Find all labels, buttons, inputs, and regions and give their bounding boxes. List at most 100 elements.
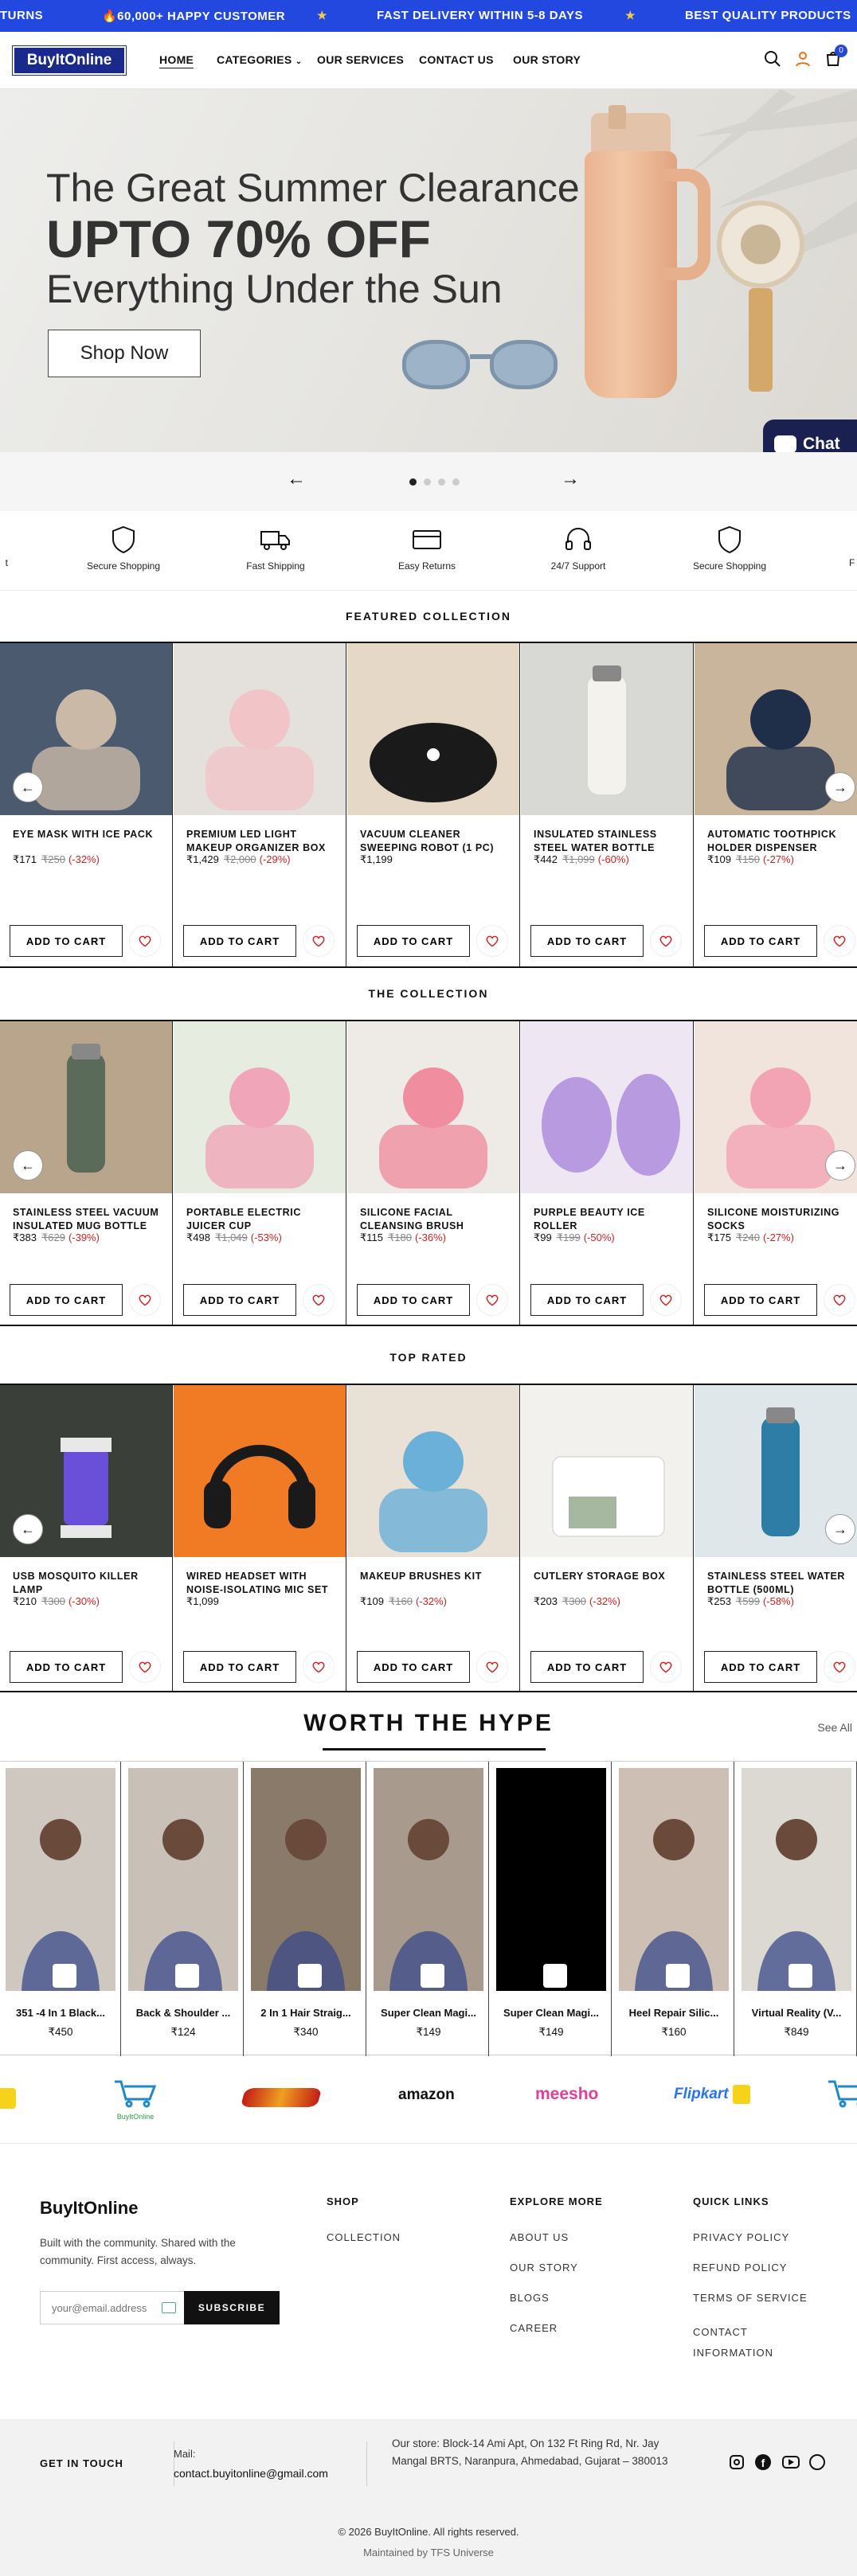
add-to-cart-button[interactable]: ADD TO CART bbox=[183, 1651, 296, 1683]
product-image[interactable] bbox=[174, 643, 346, 815]
product-name[interactable]: STAINLESS STEEL WATER BOTTLE (500ML) bbox=[707, 1570, 857, 1597]
product-card[interactable]: MAKEUP BRUSHES KIT ₹109 ₹160 (-32%) ADD TO C… bbox=[347, 1385, 520, 1691]
contact-email-link[interactable]: contact.buyitonline@gmail.com bbox=[174, 2467, 328, 2480]
carousel-next-arrow[interactable]: → bbox=[825, 772, 855, 802]
product-card[interactable]: AUTOMATIC TOOTHPICK HOLDER DISPENSER ₹109… bbox=[695, 643, 857, 966]
hype-video-card[interactable]: Back & Shoulder ... ₹124 bbox=[123, 1762, 244, 2056]
wishlist-heart-icon[interactable] bbox=[129, 1284, 161, 1316]
footer-link-contact[interactable]: CONTACT INFORMATION bbox=[693, 2322, 804, 2363]
wishlist-heart-icon[interactable] bbox=[824, 1284, 855, 1316]
product-image[interactable] bbox=[521, 1021, 693, 1193]
hype-video-thumbnail[interactable] bbox=[251, 1768, 361, 1991]
product-name[interactable]: MAKEUP BRUSHES KIT bbox=[360, 1570, 511, 1583]
hype-title[interactable]: 351 -4 In 1 Black... bbox=[0, 2007, 121, 2019]
product-card[interactable]: WIRED HEADSET WITH NOISE-ISOLATING MIC S… bbox=[174, 1385, 346, 1691]
carousel-next-arrow[interactable]: → bbox=[825, 1514, 855, 1544]
add-to-cart-button[interactable]: ADD TO CART bbox=[357, 1651, 470, 1683]
add-to-cart-button[interactable]: ADD TO CART bbox=[10, 925, 123, 957]
add-to-cart-button[interactable]: ADD TO CART bbox=[183, 1284, 296, 1316]
hype-title[interactable]: Super Clean Magi... bbox=[368, 2007, 489, 2019]
prev-slide-arrow[interactable]: ← bbox=[287, 468, 306, 490]
subscribe-button[interactable]: SUBSCRIBE bbox=[184, 2291, 280, 2324]
youtube-icon[interactable] bbox=[782, 2456, 800, 2469]
hype-video-card[interactable]: 2 In 1 Hair Straig... ₹340 bbox=[245, 1762, 366, 2056]
cart-icon[interactable]: 0 bbox=[824, 45, 847, 70]
add-to-cart-button[interactable]: ADD TO CART bbox=[10, 1284, 123, 1316]
user-icon[interactable] bbox=[793, 49, 814, 70]
hype-title[interactable]: 2 In 1 Hair Straig... bbox=[245, 2007, 366, 2019]
wishlist-heart-icon[interactable] bbox=[650, 925, 682, 957]
hype-video-thumbnail[interactable] bbox=[496, 1768, 606, 1991]
footer-link-privacy[interactable]: PRIVACY POLICY bbox=[693, 2231, 789, 2243]
product-name[interactable]: USB MOSQUITO KILLER LAMP bbox=[13, 1570, 164, 1597]
wishlist-heart-icon[interactable] bbox=[824, 925, 855, 957]
wishlist-heart-icon[interactable] bbox=[303, 1284, 335, 1316]
product-image[interactable] bbox=[521, 643, 693, 815]
nav-categories[interactable]: CATEGORIES ⌄ bbox=[217, 53, 302, 66]
add-to-cart-button[interactable]: ADD TO CART bbox=[357, 1284, 470, 1316]
product-card[interactable]: PURPLE BEAUTY ICE ROLLER ₹99 ₹199 (-50%) ADD… bbox=[521, 1021, 694, 1325]
product-name[interactable]: STAINLESS STEEL VACUUM INSULATED MUG BOT… bbox=[13, 1206, 164, 1233]
add-to-cart-button[interactable]: ADD TO CART bbox=[10, 1651, 123, 1683]
add-to-cart-button[interactable]: ADD TO CART bbox=[530, 1651, 644, 1683]
wishlist-heart-icon[interactable] bbox=[824, 1651, 855, 1683]
hype-video-thumbnail[interactable] bbox=[128, 1768, 238, 1991]
add-to-cart-button[interactable]: ADD TO CART bbox=[530, 1284, 644, 1316]
hype-title[interactable]: Super Clean Magi... bbox=[491, 2007, 612, 2019]
hype-title[interactable]: Heel Repair Silic... bbox=[613, 2007, 734, 2019]
carousel-next-arrow[interactable]: → bbox=[825, 1150, 855, 1181]
wishlist-heart-icon[interactable] bbox=[476, 925, 508, 957]
product-name[interactable]: VACUUM CLEANER SWEEPING ROBOT (1 PC) bbox=[360, 828, 511, 855]
wishlist-heart-icon[interactable] bbox=[650, 1284, 682, 1316]
footer-link-refund[interactable]: REFUND POLICY bbox=[693, 2262, 787, 2274]
hype-video-thumbnail[interactable] bbox=[742, 1768, 851, 1991]
add-to-cart-button[interactable]: ADD TO CART bbox=[183, 925, 296, 957]
shop-now-button[interactable]: Shop Now bbox=[48, 330, 201, 377]
hype-video-card[interactable]: Super Clean Magi... ₹149 bbox=[491, 1762, 612, 2056]
slider-dot-active[interactable] bbox=[409, 478, 417, 486]
footer-link-collection[interactable]: COLLECTION bbox=[327, 2231, 401, 2243]
product-card[interactable]: SILICONE FACIAL CLEANSING BRUSH ₹115 ₹180(… bbox=[347, 1021, 520, 1325]
hype-video-card[interactable]: 351 -4 In 1 Black... ₹450 bbox=[0, 1762, 121, 2056]
hype-video-card[interactable]: Super Clean Magi... ₹149 bbox=[368, 1762, 489, 2056]
hype-title[interactable]: Virtual Reality (V... bbox=[736, 2007, 857, 2019]
product-image[interactable] bbox=[521, 1385, 693, 1557]
add-to-cart-button[interactable]: ADD TO CART bbox=[530, 925, 644, 957]
product-image[interactable] bbox=[174, 1021, 346, 1193]
product-name[interactable]: CUTLERY STORAGE BOX bbox=[534, 1570, 685, 1583]
see-all-link[interactable]: See All bbox=[817, 1721, 852, 1734]
footer-link-career[interactable]: CAREER bbox=[510, 2322, 558, 2334]
wishlist-heart-icon[interactable] bbox=[476, 1651, 508, 1683]
search-icon[interactable] bbox=[763, 49, 784, 70]
product-image[interactable] bbox=[347, 1021, 519, 1193]
product-name[interactable]: PORTABLE ELECTRIC JUICER CUP bbox=[186, 1206, 338, 1233]
product-name[interactable]: AUTOMATIC TOOTHPICK HOLDER DISPENSER bbox=[707, 828, 857, 855]
wishlist-heart-icon[interactable] bbox=[129, 925, 161, 957]
hype-video-thumbnail[interactable] bbox=[374, 1768, 483, 1991]
wishlist-heart-icon[interactable] bbox=[650, 1651, 682, 1683]
nav-contact[interactable]: CONTACT US bbox=[419, 53, 494, 66]
newsletter-email-input[interactable] bbox=[41, 2292, 160, 2324]
carousel-prev-arrow[interactable]: ← bbox=[13, 1150, 43, 1181]
nav-our-story[interactable]: OUR STORY bbox=[513, 53, 581, 66]
hype-video-thumbnail[interactable] bbox=[6, 1768, 115, 1991]
hype-video-thumbnail[interactable] bbox=[619, 1768, 729, 1991]
slider-dot[interactable] bbox=[452, 478, 460, 486]
whatsapp-icon[interactable] bbox=[809, 2454, 825, 2470]
wishlist-heart-icon[interactable] bbox=[303, 925, 335, 957]
slider-dot[interactable] bbox=[424, 478, 431, 486]
product-image[interactable] bbox=[174, 1385, 346, 1557]
nav-home[interactable]: HOME bbox=[159, 53, 194, 68]
footer-link-story[interactable]: OUR STORY bbox=[510, 2262, 578, 2274]
product-name[interactable]: SILICONE MOISTURIZING SOCKS bbox=[707, 1206, 857, 1233]
add-to-cart-button[interactable]: ADD TO CART bbox=[704, 1651, 817, 1683]
product-card[interactable]: PORTABLE ELECTRIC JUICER CUP ₹498 ₹1,049 (-… bbox=[174, 1021, 346, 1325]
product-name[interactable]: PURPLE BEAUTY ICE ROLLER bbox=[534, 1206, 685, 1233]
logo[interactable]: BuyItOnline bbox=[12, 45, 127, 76]
maintained-by-link[interactable]: TFS Universe bbox=[430, 2547, 493, 2558]
hype-video-card[interactable]: Heel Repair Silic... ₹160 bbox=[613, 1762, 734, 2056]
product-name[interactable]: EYE MASK WITH ICE PACK bbox=[13, 828, 164, 841]
slider-dot[interactable] bbox=[438, 478, 445, 486]
next-slide-arrow[interactable]: → bbox=[561, 468, 580, 490]
product-name[interactable]: WIRED HEADSET WITH NOISE-ISOLATING MIC S… bbox=[186, 1570, 338, 1597]
